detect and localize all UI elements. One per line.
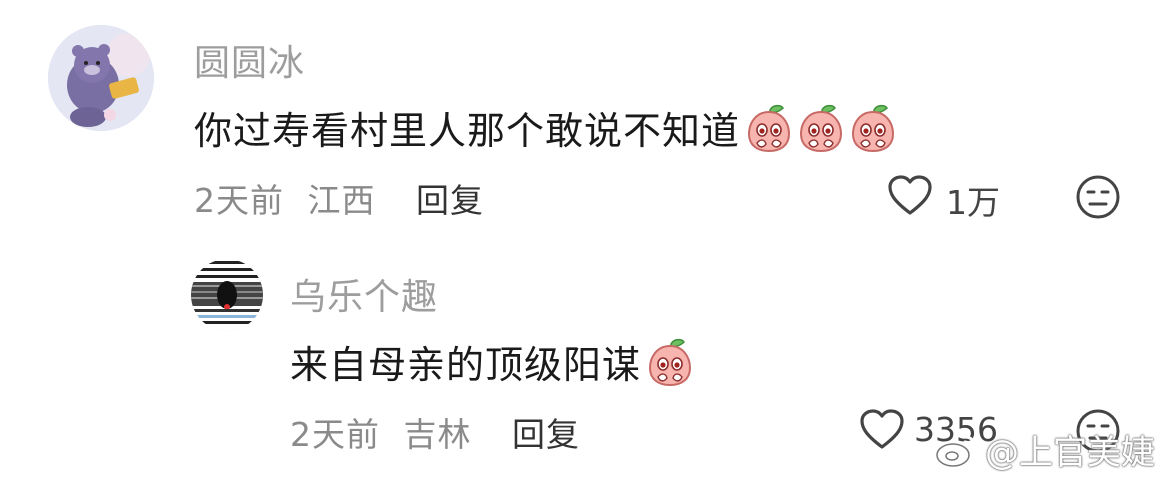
comment-text-row: 来自母亲的顶级阳谋 [290,334,693,389]
comment-location: 江西 [307,181,376,220]
watermark: @上官美婕 [935,425,1155,474]
like-count: 1万 [946,183,1000,222]
neutral-face-icon [1076,175,1120,219]
avatar[interactable] [48,25,154,131]
avatar[interactable] [191,259,263,331]
comment-time: 2天前 [194,181,284,220]
comment-text: 你过寿看村里人那个敢说不知道 [194,109,741,153]
comment-meta: 2天前 吉林 [290,408,472,456]
reply-button[interactable]: 回复 [416,174,484,222]
peach-face-emoji [798,103,844,153]
comment-location: 吉林 [403,415,472,454]
comment-username[interactable]: 圆圆冰 [194,34,305,86]
peach-face-emoji [746,103,792,153]
comment-username[interactable]: 乌乐个趣 [290,268,438,320]
comment-time: 2天前 [290,415,380,454]
like-button[interactable] [858,406,906,454]
like-button[interactable] [886,172,934,220]
comment-text: 来自母亲的顶级阳谋 [290,343,642,387]
weibo-logo-icon [936,435,977,467]
dislike-button[interactable] [1074,173,1122,221]
heart-icon [888,175,932,215]
reply-button[interactable]: 回复 [512,408,580,456]
peach-face-emoji [850,103,896,153]
heart-icon [860,409,904,449]
comment-meta: 2天前 江西 [194,174,376,222]
bear-avatar-image [48,25,154,131]
comment-text-row: 你过寿看村里人那个敢说不知道 [194,100,896,155]
striped-avatar-image [191,259,263,331]
peach-face-emoji [647,337,693,387]
watermark-text: @上官美婕 [985,433,1155,473]
